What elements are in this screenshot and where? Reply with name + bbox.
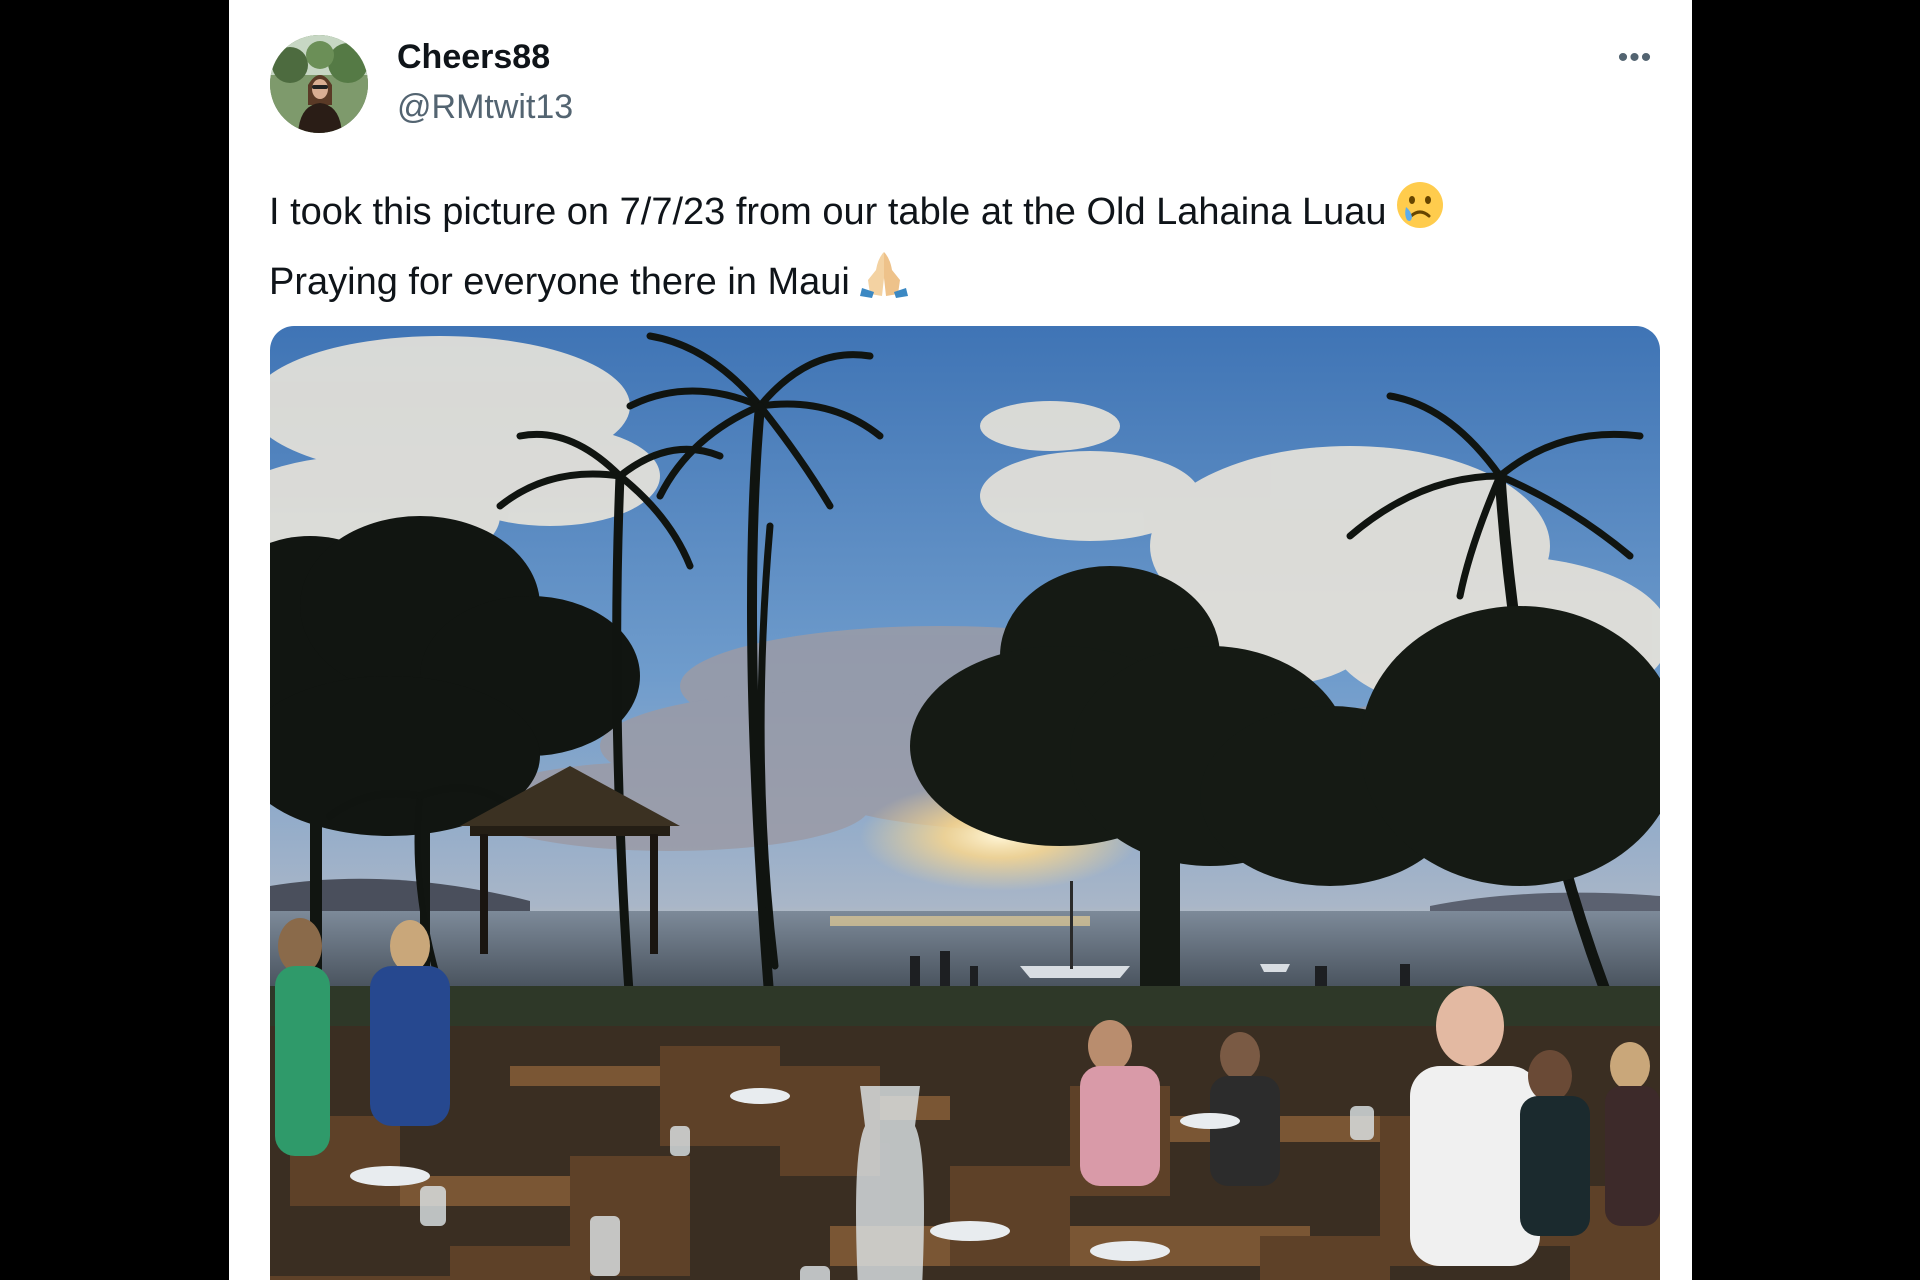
tweet-text-line2: Praying for everyone there in Maui [269,261,850,303]
tweet-text-line1: I took this picture on 7/7/23 from our t… [269,191,1387,233]
tweet-card: Cheers88 @RMtwit13 ••• I took this pictu… [229,0,1692,1280]
tweet-photo[interactable] [270,326,1660,1280]
display-name[interactable]: Cheers88 [397,38,550,77]
more-options-icon[interactable]: ••• [1610,40,1660,76]
avatar[interactable] [270,35,368,133]
crying-face-icon [1395,180,1445,248]
user-handle[interactable]: @RMtwit13 [397,88,573,127]
tweet-text: I took this picture on 7/7/23 from our t… [269,180,1649,318]
praying-hands-icon [858,248,910,318]
